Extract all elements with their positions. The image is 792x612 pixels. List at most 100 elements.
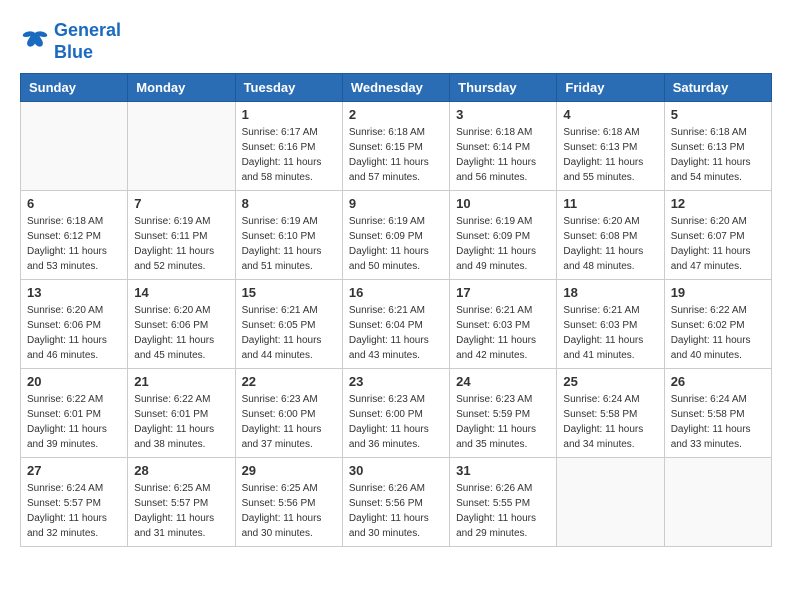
day-number: 4 — [563, 107, 657, 122]
day-info: Sunrise: 6:18 AMSunset: 6:13 PMDaylight:… — [563, 125, 657, 185]
logo: General Blue — [20, 20, 121, 63]
day-info: Sunrise: 6:21 AMSunset: 6:03 PMDaylight:… — [456, 303, 550, 363]
day-number: 6 — [27, 196, 121, 211]
day-number: 3 — [456, 107, 550, 122]
day-number: 20 — [27, 374, 121, 389]
calendar-cell: 8 Sunrise: 6:19 AMSunset: 6:10 PMDaylight… — [235, 191, 342, 280]
day-info: Sunrise: 6:22 AMSunset: 6:02 PMDaylight:… — [671, 303, 765, 363]
calendar-cell: 17 Sunrise: 6:21 AMSunset: 6:03 PMDayligh… — [450, 280, 557, 369]
weekday-header-tuesday: Tuesday — [235, 74, 342, 102]
week-row-5: 27 Sunrise: 6:24 AMSunset: 5:57 PMDayligh… — [21, 458, 772, 547]
day-info: Sunrise: 6:23 AMSunset: 5:59 PMDaylight:… — [456, 392, 550, 452]
calendar-cell: 11Sunrise: 6:20 AMSunset: 6:08 PMDayligh… — [557, 191, 664, 280]
day-number: 25 — [563, 374, 657, 389]
page-header: General Blue — [20, 20, 772, 63]
calendar-cell: 19Sunrise: 6:22 AMSunset: 6:02 PMDayligh… — [664, 280, 771, 369]
day-info: Sunrise: 6:22 AMSunset: 6:01 PMDaylight:… — [27, 392, 121, 452]
calendar-cell: 4 Sunrise: 6:18 AMSunset: 6:13 PMDaylight… — [557, 102, 664, 191]
calendar-cell: 6 Sunrise: 6:18 AMSunset: 6:12 PMDaylight… — [21, 191, 128, 280]
day-info: Sunrise: 6:20 AMSunset: 6:06 PMDaylight:… — [27, 303, 121, 363]
day-number: 27 — [27, 463, 121, 478]
calendar-cell: 27 Sunrise: 6:24 AMSunset: 5:57 PMDayligh… — [21, 458, 128, 547]
day-number: 26 — [671, 374, 765, 389]
day-number: 7 — [134, 196, 228, 211]
day-number: 17 — [456, 285, 550, 300]
calendar-cell: 30Sunrise: 6:26 AMSunset: 5:56 PMDayligh… — [342, 458, 449, 547]
day-number: 1 — [242, 107, 336, 122]
day-info: Sunrise: 6:18 AMSunset: 6:15 PMDaylight:… — [349, 125, 443, 185]
calendar-cell: 23 Sunrise: 6:23 AMSunset: 6:00 PMDayligh… — [342, 369, 449, 458]
calendar-cell: 3 Sunrise: 6:18 AMSunset: 6:14 PMDaylight… — [450, 102, 557, 191]
calendar-cell: 22 Sunrise: 6:23 AMSunset: 6:00 PMDayligh… — [235, 369, 342, 458]
calendar-cell: 21 Sunrise: 6:22 AMSunset: 6:01 PMDayligh… — [128, 369, 235, 458]
calendar-cell — [557, 458, 664, 547]
weekday-header-thursday: Thursday — [450, 74, 557, 102]
calendar-cell: 14Sunrise: 6:20 AMSunset: 6:06 PMDayligh… — [128, 280, 235, 369]
week-row-3: 13 Sunrise: 6:20 AMSunset: 6:06 PMDayligh… — [21, 280, 772, 369]
weekday-header-friday: Friday — [557, 74, 664, 102]
day-info: Sunrise: 6:18 AMSunset: 6:14 PMDaylight:… — [456, 125, 550, 185]
day-number: 2 — [349, 107, 443, 122]
calendar-cell: 9 Sunrise: 6:19 AMSunset: 6:09 PMDaylight… — [342, 191, 449, 280]
day-number: 31 — [456, 463, 550, 478]
day-info: Sunrise: 6:20 AMSunset: 6:06 PMDaylight:… — [134, 303, 228, 363]
day-number: 18 — [563, 285, 657, 300]
day-info: Sunrise: 6:24 AMSunset: 5:57 PMDaylight:… — [27, 481, 121, 541]
weekday-header-monday: Monday — [128, 74, 235, 102]
day-number: 10 — [456, 196, 550, 211]
calendar-cell: 12 Sunrise: 6:20 AMSunset: 6:07 PMDayligh… — [664, 191, 771, 280]
logo-text: General Blue — [54, 20, 121, 63]
day-number: 28 — [134, 463, 228, 478]
calendar-cell: 18 Sunrise: 6:21 AMSunset: 6:03 PMDayligh… — [557, 280, 664, 369]
day-number: 8 — [242, 196, 336, 211]
day-info: Sunrise: 6:23 AMSunset: 6:00 PMDaylight:… — [349, 392, 443, 452]
day-info: Sunrise: 6:24 AMSunset: 5:58 PMDaylight:… — [563, 392, 657, 452]
day-number: 16 — [349, 285, 443, 300]
calendar-cell — [128, 102, 235, 191]
day-number: 22 — [242, 374, 336, 389]
calendar-cell: 31 Sunrise: 6:26 AMSunset: 5:55 PMDayligh… — [450, 458, 557, 547]
day-number: 9 — [349, 196, 443, 211]
calendar-cell: 28 Sunrise: 6:25 AMSunset: 5:57 PMDayligh… — [128, 458, 235, 547]
calendar-cell: 15Sunrise: 6:21 AMSunset: 6:05 PMDayligh… — [235, 280, 342, 369]
day-info: Sunrise: 6:17 AMSunset: 6:16 PMDaylight:… — [242, 125, 336, 185]
calendar-cell: 2 Sunrise: 6:18 AMSunset: 6:15 PMDaylight… — [342, 102, 449, 191]
calendar-cell: 16Sunrise: 6:21 AMSunset: 6:04 PMDayligh… — [342, 280, 449, 369]
day-info: Sunrise: 6:19 AMSunset: 6:09 PMDaylight:… — [349, 214, 443, 274]
calendar-cell — [664, 458, 771, 547]
day-info: Sunrise: 6:25 AMSunset: 5:57 PMDaylight:… — [134, 481, 228, 541]
calendar-cell: 13 Sunrise: 6:20 AMSunset: 6:06 PMDayligh… — [21, 280, 128, 369]
day-info: Sunrise: 6:26 AMSunset: 5:55 PMDaylight:… — [456, 481, 550, 541]
day-info: Sunrise: 6:24 AMSunset: 5:58 PMDaylight:… — [671, 392, 765, 452]
calendar-cell: 20 Sunrise: 6:22 AMSunset: 6:01 PMDayligh… — [21, 369, 128, 458]
week-row-2: 6 Sunrise: 6:18 AMSunset: 6:12 PMDaylight… — [21, 191, 772, 280]
day-info: Sunrise: 6:26 AMSunset: 5:56 PMDaylight:… — [349, 481, 443, 541]
day-number: 13 — [27, 285, 121, 300]
day-info: Sunrise: 6:22 AMSunset: 6:01 PMDaylight:… — [134, 392, 228, 452]
calendar-cell: 24 Sunrise: 6:23 AMSunset: 5:59 PMDayligh… — [450, 369, 557, 458]
logo-icon — [20, 27, 50, 57]
day-number: 21 — [134, 374, 228, 389]
day-info: Sunrise: 6:21 AMSunset: 6:05 PMDaylight:… — [242, 303, 336, 363]
day-number: 23 — [349, 374, 443, 389]
day-info: Sunrise: 6:20 AMSunset: 6:07 PMDaylight:… — [671, 214, 765, 274]
day-number: 24 — [456, 374, 550, 389]
day-info: Sunrise: 6:23 AMSunset: 6:00 PMDaylight:… — [242, 392, 336, 452]
calendar-cell: 1 Sunrise: 6:17 AMSunset: 6:16 PMDaylight… — [235, 102, 342, 191]
day-info: Sunrise: 6:19 AMSunset: 6:10 PMDaylight:… — [242, 214, 336, 274]
day-number: 12 — [671, 196, 765, 211]
day-info: Sunrise: 6:21 AMSunset: 6:03 PMDaylight:… — [563, 303, 657, 363]
week-row-1: 1 Sunrise: 6:17 AMSunset: 6:16 PMDaylight… — [21, 102, 772, 191]
day-info: Sunrise: 6:18 AMSunset: 6:12 PMDaylight:… — [27, 214, 121, 274]
calendar-cell: 5Sunrise: 6:18 AMSunset: 6:13 PMDaylight… — [664, 102, 771, 191]
calendar-header-row: SundayMondayTuesdayWednesdayThursdayFrid… — [21, 74, 772, 102]
calendar-cell — [21, 102, 128, 191]
calendar-cell: 26 Sunrise: 6:24 AMSunset: 5:58 PMDayligh… — [664, 369, 771, 458]
day-info: Sunrise: 6:19 AMSunset: 6:11 PMDaylight:… — [134, 214, 228, 274]
weekday-header-saturday: Saturday — [664, 74, 771, 102]
day-info: Sunrise: 6:19 AMSunset: 6:09 PMDaylight:… — [456, 214, 550, 274]
day-number: 5 — [671, 107, 765, 122]
calendar-table: SundayMondayTuesdayWednesdayThursdayFrid… — [20, 73, 772, 547]
week-row-4: 20 Sunrise: 6:22 AMSunset: 6:01 PMDayligh… — [21, 369, 772, 458]
calendar-cell: 25 Sunrise: 6:24 AMSunset: 5:58 PMDayligh… — [557, 369, 664, 458]
